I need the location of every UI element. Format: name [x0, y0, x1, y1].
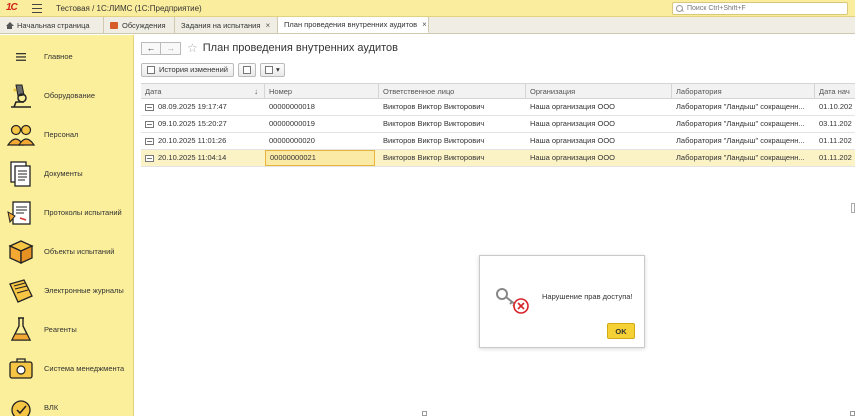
sidebar-item-equipment[interactable]: Оборудование	[0, 76, 134, 115]
table-row-selected[interactable]: 20.10.2025 11:04:14 00000000021 Викторов…	[141, 150, 855, 167]
cell-number: 00000000019	[269, 119, 315, 128]
cell-laboratory: Лаборатория "Ландыш" сокращенн...	[676, 102, 805, 111]
table-row[interactable]: 20.10.2025 11:01:26 00000000020 Викторов…	[141, 133, 855, 150]
cell-start-date: 01.11.202	[819, 136, 852, 145]
tab-discussions[interactable]: Обсуждения	[104, 17, 175, 33]
resize-handle[interactable]	[850, 411, 855, 416]
resize-handle[interactable]	[851, 203, 855, 213]
cell-laboratory: Лаборатория "Ландыш" сокращенн...	[676, 119, 805, 128]
management-icon	[6, 354, 36, 384]
content-area: ← → ☆ План проведения внутренних аудитов…	[135, 35, 855, 416]
cell-number-focused[interactable]: 00000000021	[265, 150, 375, 166]
people-icon	[6, 120, 36, 150]
forward-button[interactable]: →	[161, 41, 181, 55]
home-icon	[5, 21, 14, 29]
print-button[interactable]: ▾	[259, 62, 285, 77]
sidebar-item-journals[interactable]: Электронные журналы	[0, 271, 134, 310]
ok-button[interactable]: OK	[607, 323, 635, 339]
sidebar-item-personnel[interactable]: Персонал	[0, 115, 134, 154]
report-icon	[242, 65, 251, 74]
column-header-start-date[interactable]: Дата нач	[815, 84, 855, 99]
sidebar-item-vlk[interactable]: ВЛК	[0, 388, 134, 416]
documents-icon	[6, 159, 36, 189]
cell-number: 00000000020	[269, 136, 315, 145]
cell-laboratory: Лаборатория "Ландыш" сокращенн...	[676, 136, 805, 145]
cell-date: 20.10.2025 11:01:26	[141, 133, 265, 149]
tab-home[interactable]: Начальная страница	[0, 17, 104, 33]
cell-start-date: 03.11.202	[819, 119, 852, 128]
tabs-bar: Начальная страница Обсуждения Задания на…	[0, 17, 855, 34]
nav-row: ← → ☆ План проведения внутренних аудитов	[141, 41, 398, 55]
history-icon	[147, 65, 155, 74]
vlk-icon	[6, 393, 36, 416]
report-button[interactable]	[237, 62, 256, 77]
cell-responsible: Викторов Виктор Викторович	[383, 153, 485, 162]
flask-icon	[6, 315, 36, 345]
sidebar-item-documents[interactable]: Документы	[0, 154, 134, 193]
microscope-icon	[6, 81, 36, 111]
tab-test-tasks[interactable]: Задания на испытания ×	[175, 17, 278, 33]
toolbar: История изменений ▾	[141, 62, 285, 77]
box-icon	[6, 237, 36, 267]
cell-organization: Наша организация ООО	[530, 102, 616, 111]
sidebar: Главное Оборудование Персонал Документы …	[0, 35, 134, 416]
hamburger-icon	[6, 42, 36, 72]
sidebar-item-management[interactable]: Система менеджмента	[0, 349, 134, 388]
cell-organization: Наша организация ООО	[530, 119, 616, 128]
print-icon	[264, 65, 273, 74]
journal-icon	[6, 276, 36, 306]
sidebar-item-test-objects[interactable]: Объекты испытаний	[0, 232, 134, 271]
table-row[interactable]: 09.10.2025 15:20:27 00000000019 Викторов…	[141, 116, 855, 133]
cell-start-date: 01.10.202	[819, 102, 853, 111]
cell-responsible: Викторов Виктор Викторович	[383, 119, 485, 128]
back-button[interactable]: ←	[141, 41, 161, 55]
column-header-responsible[interactable]: Ответственное лицо	[379, 84, 526, 99]
document-row-icon	[145, 120, 154, 128]
close-icon[interactable]: ×	[422, 20, 427, 29]
close-icon[interactable]: ×	[265, 21, 270, 30]
table-header: Дата ↓ Номер Ответственное лицо Организа…	[141, 83, 855, 99]
global-search[interactable]	[672, 2, 848, 15]
cell-laboratory: Лаборатория "Ландыш" сокращенн...	[676, 153, 805, 162]
cell-date: 09.10.2025 15:20:27	[141, 116, 265, 132]
access-denied-key-icon	[493, 282, 531, 316]
page-title: План проведения внутренних аудитов	[202, 42, 399, 54]
cell-number: 00000000018	[269, 102, 315, 111]
column-header-date[interactable]: Дата	[141, 84, 265, 99]
sort-arrow-icon: ↓	[254, 87, 258, 96]
cell-start-date: 01.11.202	[819, 153, 852, 162]
column-header-number[interactable]: Номер	[265, 84, 379, 99]
document-row-icon	[145, 154, 154, 162]
search-icon	[676, 4, 684, 13]
sidebar-item-protocols[interactable]: Протоколы испытаний	[0, 193, 134, 232]
search-input[interactable]	[687, 5, 837, 12]
history-button[interactable]: История изменений	[141, 62, 234, 77]
cell-responsible: Викторов Виктор Викторович	[383, 136, 485, 145]
sidebar-item-reagents[interactable]: Реагенты	[0, 310, 134, 349]
discussions-icon	[110, 21, 118, 29]
protocol-icon	[6, 198, 36, 228]
audit-plan-table: Дата ↓ Номер Ответственное лицо Организа…	[141, 83, 855, 167]
column-header-organization[interactable]: Организация	[526, 84, 672, 99]
cell-organization: Наша организация ООО	[530, 136, 616, 145]
title-bar: 1С Тестовая / 1С:ЛИМС (1С:Предприятие)	[0, 0, 855, 17]
resize-handle[interactable]	[422, 411, 427, 416]
document-row-icon	[145, 137, 154, 145]
chevron-down-icon: ▾	[275, 65, 280, 74]
cell-date: 08.09.2025 19:17:47	[141, 99, 265, 115]
cell-date: 20.10.2025 11:04:14	[141, 150, 265, 166]
favorite-star-icon[interactable]: ☆	[187, 42, 198, 54]
column-header-laboratory[interactable]: Лаборатория	[672, 84, 815, 99]
sidebar-item-main[interactable]: Главное	[0, 37, 134, 76]
app-title: Тестовая / 1С:ЛИМС (1С:Предприятие)	[56, 3, 202, 13]
dialog-message: Нарушение прав доступа!	[542, 292, 633, 301]
access-error-dialog: Нарушение прав доступа! OK	[479, 255, 645, 348]
tab-audit-plan[interactable]: План проведения внутренних аудитов ×	[278, 17, 429, 33]
cell-responsible: Викторов Виктор Викторович	[383, 102, 485, 111]
document-row-icon	[145, 103, 154, 111]
table-row[interactable]: 08.09.2025 19:17:47 00000000018 Викторов…	[141, 99, 855, 116]
1c-logo[interactable]: 1С	[6, 2, 26, 14]
main-menu-icon[interactable]	[32, 3, 42, 13]
cell-organization: Наша организация ООО	[530, 153, 616, 162]
